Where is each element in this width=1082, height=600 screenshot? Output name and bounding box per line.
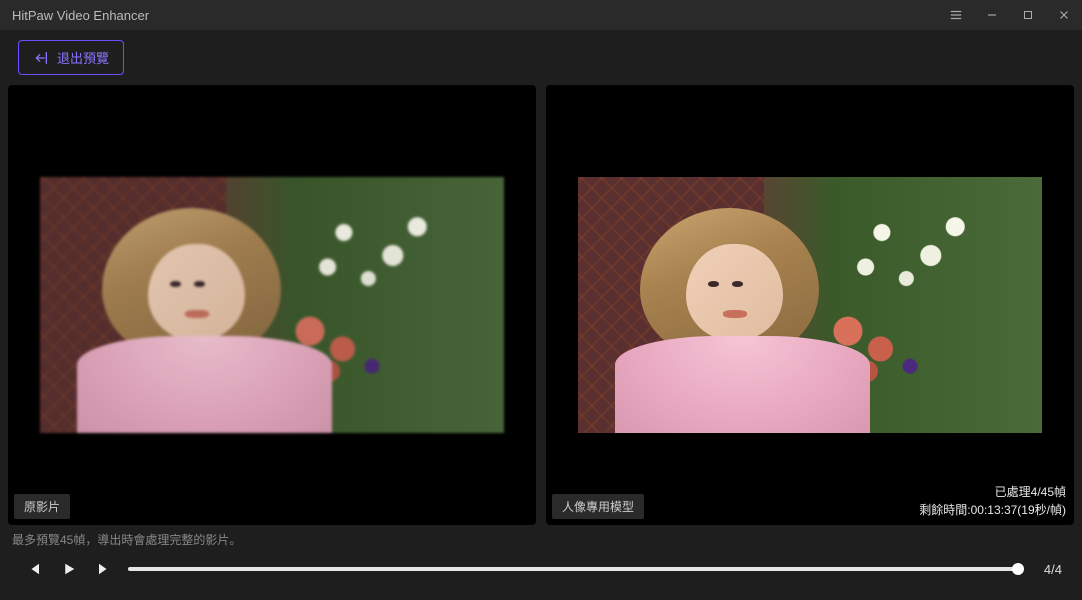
toolbar: 退出預覽 (8, 40, 1074, 85)
original-video-frame (40, 177, 505, 432)
titlebar: HitPaw Video Enhancer (0, 0, 1082, 30)
enhanced-pane-label: 人像專用模型 (552, 494, 644, 519)
maximize-button[interactable] (1010, 0, 1046, 30)
menu-icon[interactable] (938, 0, 974, 30)
transport-bar: 4/4 (8, 550, 1074, 592)
progress-fill (128, 567, 1018, 571)
original-pane-label: 原影片 (14, 494, 70, 519)
next-frame-button[interactable] (92, 556, 118, 582)
play-button[interactable] (56, 556, 82, 582)
prev-frame-button[interactable] (20, 556, 46, 582)
exit-icon (33, 50, 49, 66)
enhanced-pane: 人像專用模型 已處理4/45幀 剩餘時間:00:13:37(19秒/幀) (546, 85, 1074, 525)
preview-row: 原影片 人像專用模型 已處理4/45幀 剩餘時間:00:13:37(19秒/幀) (8, 85, 1074, 525)
enhanced-video-frame (578, 177, 1043, 432)
exit-preview-button[interactable]: 退出預覽 (18, 40, 124, 75)
app-title: HitPaw Video Enhancer (12, 8, 149, 23)
window-controls (938, 0, 1082, 30)
progress-thumb[interactable] (1012, 563, 1024, 575)
original-pane: 原影片 (8, 85, 536, 525)
minimize-button[interactable] (974, 0, 1010, 30)
processing-status: 已處理4/45幀 剩餘時間:00:13:37(19秒/幀) (919, 483, 1066, 519)
processed-frames-status: 已處理4/45幀 (919, 483, 1066, 501)
progress-bar[interactable] (128, 567, 1018, 571)
close-button[interactable] (1046, 0, 1082, 30)
exit-preview-label: 退出預覽 (57, 48, 109, 67)
body-area: 退出預覽 原影片 (0, 30, 1082, 600)
frame-counter: 4/4 (1028, 562, 1062, 577)
remaining-time-status: 剩餘時間:00:13:37(19秒/幀) (919, 501, 1066, 519)
preview-note: 最多預覽45幀，導出時會處理完整的影片。 (8, 525, 1074, 550)
